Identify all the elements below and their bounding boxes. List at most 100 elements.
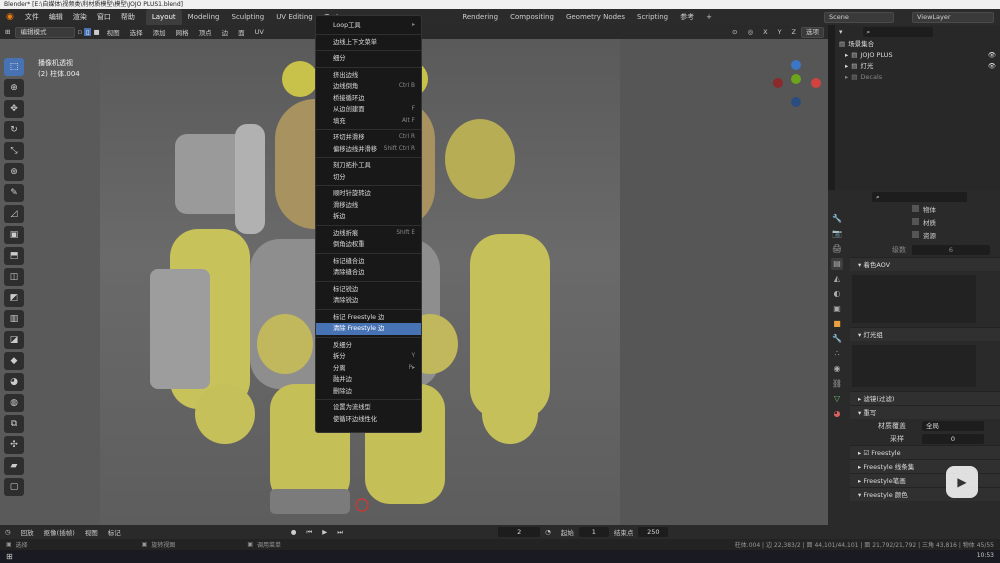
context-menu-item[interactable]: 标记锐边 bbox=[316, 284, 421, 296]
panel-filter[interactable]: ▸ 滤镜(过滤) bbox=[850, 391, 1000, 405]
outliner-filter-icon[interactable]: ▾ bbox=[839, 28, 843, 36]
context-menu-item[interactable]: 融并边 bbox=[316, 374, 421, 386]
header-menu-uv[interactable]: UV bbox=[250, 28, 269, 36]
tab-reference[interactable]: 参考 bbox=[674, 9, 700, 25]
context-menu-item[interactable]: 刻刀拓扑工具 bbox=[316, 160, 421, 172]
tab-compositing[interactable]: Compositing bbox=[504, 9, 560, 25]
menu-edit[interactable]: 编辑 bbox=[44, 9, 68, 25]
menu-window[interactable]: 窗口 bbox=[92, 9, 116, 25]
context-menu-item[interactable]: 滑移边线 bbox=[316, 200, 421, 212]
expand-icon[interactable]: ▸ bbox=[845, 72, 848, 83]
world-properties-icon[interactable]: ◐ bbox=[831, 288, 843, 300]
transform-tool-icon[interactable]: ⊛ bbox=[4, 163, 24, 181]
tab-geometry-nodes[interactable]: Geometry Nodes bbox=[560, 9, 631, 25]
context-menu-item[interactable]: 挤出边线 bbox=[316, 70, 421, 82]
context-menu-item[interactable]: 边线折痕 Shift E bbox=[316, 228, 421, 240]
tool-properties-icon[interactable]: 🔧 bbox=[831, 213, 843, 225]
extrude-tool-icon[interactable]: ⬒ bbox=[4, 247, 24, 265]
poly-build-tool-icon[interactable]: ◆ bbox=[4, 352, 24, 370]
add-workspace-button[interactable]: + bbox=[700, 9, 718, 25]
physics-properties-icon[interactable]: ◉ bbox=[831, 363, 843, 375]
jump-end-icon[interactable]: ⏭ bbox=[332, 528, 348, 537]
header-menu-face[interactable]: 面 bbox=[233, 27, 250, 37]
context-menu-item[interactable]: 环切并滑移 Ctrl R bbox=[316, 132, 421, 144]
samples-field[interactable]: 0 bbox=[922, 433, 984, 444]
spin-tool-icon[interactable]: ◕ bbox=[4, 373, 24, 391]
outliner-row-scene-collection[interactable]: ▤ 场景集合 bbox=[835, 39, 1000, 50]
context-menu-item[interactable]: 切分 bbox=[316, 172, 421, 184]
panel-light-groups[interactable]: ▾ 灯光组 bbox=[850, 327, 1000, 341]
context-menu-item[interactable]: 边线倒角 Ctrl B bbox=[316, 81, 421, 93]
context-menu-item[interactable]: 倒角边权重 bbox=[316, 239, 421, 251]
knife-tool-icon[interactable]: ◪ bbox=[4, 331, 24, 349]
context-menu-item[interactable]: 删除边 bbox=[316, 386, 421, 398]
scene-selector[interactable]: Scene bbox=[824, 11, 894, 23]
move-tool-icon[interactable]: ✥ bbox=[4, 100, 24, 118]
header-menu-edge[interactable]: 边 bbox=[217, 27, 234, 37]
aov-list[interactable] bbox=[852, 275, 976, 323]
tab-uv-editing[interactable]: UV Editing bbox=[270, 9, 319, 25]
annotate-tool-icon[interactable]: ✎ bbox=[4, 184, 24, 202]
measure-tool-icon[interactable]: ◿ bbox=[4, 205, 24, 223]
context-menu-item[interactable]: 填充 Alt F bbox=[316, 116, 421, 128]
outliner-row-lights[interactable]: ▸ ▤ 灯光 👁 bbox=[835, 61, 1000, 72]
shrink-fatten-tool-icon[interactable]: ✣ bbox=[4, 436, 24, 454]
smooth-tool-icon[interactable]: ◍ bbox=[4, 394, 24, 412]
inset-tool-icon[interactable]: ◫ bbox=[4, 268, 24, 286]
axis-z[interactable]: Z bbox=[787, 28, 801, 36]
checkbox-material[interactable]: 材质 bbox=[912, 217, 1000, 230]
header-menu-select[interactable]: 选择 bbox=[125, 27, 148, 37]
cursor-tool-icon[interactable]: ⊕ bbox=[4, 79, 24, 97]
start-frame-field[interactable]: 1 bbox=[578, 527, 609, 537]
context-menu-item[interactable]: Loop工具 ▸ bbox=[316, 20, 421, 32]
context-menu-item[interactable]: 标记 Freestyle 边 bbox=[316, 312, 421, 324]
timeline-menu-view[interactable]: 视图 bbox=[80, 527, 103, 537]
checkbox-object[interactable]: 物体 bbox=[912, 204, 1000, 217]
header-menu-add[interactable]: 添加 bbox=[148, 27, 171, 37]
select-mode-edge-icon[interactable]: ▯ bbox=[83, 28, 92, 36]
header-menu-mesh[interactable]: 网格 bbox=[171, 27, 194, 37]
timeline-editor-icon[interactable]: ◷ bbox=[0, 528, 16, 536]
visibility-eye-icon[interactable]: 👁 bbox=[988, 50, 996, 61]
select-mode-face-icon[interactable]: ■ bbox=[91, 28, 101, 36]
context-menu-item[interactable]: 清除 Freestyle 边 bbox=[316, 323, 421, 335]
header-menu-view[interactable]: 视图 bbox=[102, 27, 125, 37]
properties-search-input[interactable]: ⌕ bbox=[872, 192, 967, 202]
context-menu-item[interactable]: 细分 bbox=[316, 53, 421, 65]
axis-y[interactable]: Y bbox=[773, 28, 787, 36]
add-cube-tool-icon[interactable]: ▣ bbox=[4, 226, 24, 244]
material-override-field[interactable]: 全局 bbox=[922, 420, 984, 431]
menu-help[interactable]: 帮助 bbox=[116, 9, 140, 25]
rotate-tool-icon[interactable]: ↻ bbox=[4, 121, 24, 139]
menu-file[interactable]: 文件 bbox=[20, 9, 44, 25]
material-properties-icon[interactable]: ◕ bbox=[831, 408, 843, 420]
checkbox-asset[interactable]: 资源 bbox=[912, 230, 1000, 243]
context-menu-item[interactable]: 使循环边线性化 bbox=[316, 414, 421, 426]
modifier-properties-icon[interactable]: 🔧 bbox=[831, 333, 843, 345]
render-properties-icon[interactable]: 📷 bbox=[831, 228, 843, 240]
context-menu-item[interactable]: 拆分 Y bbox=[316, 351, 421, 363]
panel-shader-aov[interactable]: ▾ 着色AOV bbox=[850, 257, 1000, 271]
context-menu-item[interactable]: 设置为流线型 bbox=[316, 402, 421, 414]
output-properties-icon[interactable]: 🖨 bbox=[831, 243, 843, 255]
bevel-tool-icon[interactable]: ◩ bbox=[4, 289, 24, 307]
context-menu-item[interactable]: 顺时针旋转边 bbox=[316, 188, 421, 200]
axis-x[interactable]: X bbox=[758, 28, 772, 36]
context-menu-item[interactable]: 边线上下文菜单 bbox=[316, 37, 421, 49]
light-group-list[interactable] bbox=[852, 345, 976, 387]
header-menu-vertex[interactable]: 顶点 bbox=[194, 27, 217, 37]
end-frame-field[interactable]: 250 bbox=[638, 527, 669, 537]
outliner-search-input[interactable]: ⌕ bbox=[862, 27, 933, 37]
tab-scripting[interactable]: Scripting bbox=[631, 9, 674, 25]
constraints-properties-icon[interactable]: ⛓ bbox=[831, 378, 843, 390]
expand-icon[interactable]: ▸ bbox=[845, 61, 848, 72]
edge-slide-tool-icon[interactable]: ⧉ bbox=[4, 415, 24, 433]
collection-properties-icon[interactable]: ▣ bbox=[831, 303, 843, 315]
rip-tool-icon[interactable]: ▢ bbox=[4, 478, 24, 496]
panel-override[interactable]: ▾ 重写 bbox=[850, 405, 1000, 419]
context-menu-item[interactable]: 反细分 bbox=[316, 340, 421, 352]
scale-tool-icon[interactable]: ⤡ bbox=[4, 142, 24, 160]
context-menu-item[interactable]: 拆边 bbox=[316, 211, 421, 223]
context-menu-item[interactable]: 清除缝合边 bbox=[316, 267, 421, 279]
menu-render[interactable]: 渲染 bbox=[68, 9, 92, 25]
